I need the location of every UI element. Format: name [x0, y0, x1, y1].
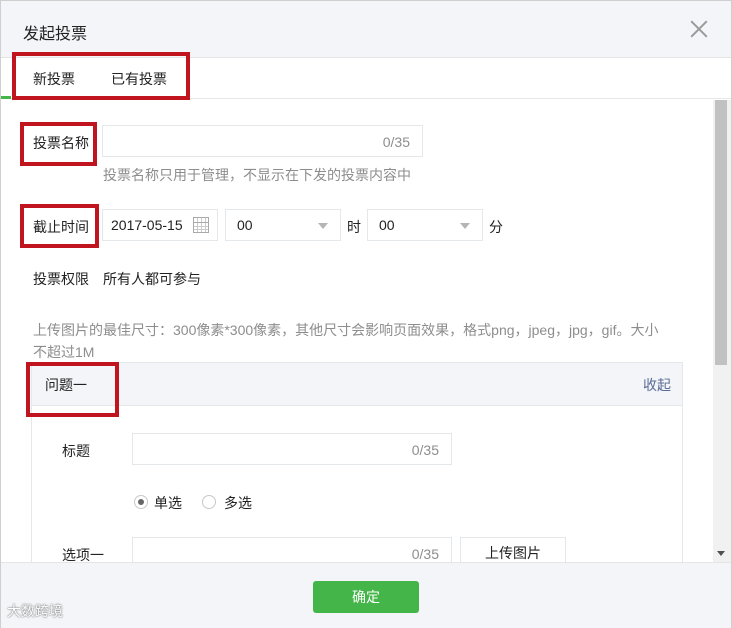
question-title-counter: 0/35	[411, 442, 439, 458]
option1-input[interactable]: 0/35	[132, 537, 452, 562]
vote-name-label: 投票名称	[33, 135, 89, 151]
upload-image-button[interactable]: 上传图片	[460, 537, 566, 562]
question-title: 问题一	[45, 377, 87, 393]
vertical-scrollbar[interactable]	[713, 100, 731, 562]
vote-name-counter: 0/35	[382, 134, 410, 150]
radio-single-choice[interactable]	[134, 495, 148, 509]
permission-label: 投票权限	[33, 271, 89, 287]
radio-multiple-choice[interactable]	[202, 495, 216, 509]
calendar-icon[interactable]	[193, 217, 209, 233]
option1-counter: 0/35	[411, 546, 439, 562]
chevron-down-icon	[460, 223, 470, 229]
vote-name-hint: 投票名称只用于管理，不显示在下发的投票内容中	[103, 167, 411, 183]
deadline-label: 截止时间	[33, 219, 89, 235]
tab-existing-votes[interactable]: 已有投票	[111, 69, 167, 89]
tab-bar: 新投票 已有投票	[1, 58, 731, 99]
image-hint-line1: 上传图片的最佳尺寸：300像素*300像素，其他尺寸会影响页面效果，格式png，…	[33, 322, 659, 338]
deadline-date-value: 2017-05-15	[111, 217, 183, 233]
deadline-hour-select[interactable]: 00	[225, 209, 341, 241]
question-title-input[interactable]: 0/35	[132, 433, 452, 465]
confirm-button[interactable]: 确定	[313, 581, 419, 613]
radio-multiple-choice-label[interactable]: 多选	[224, 493, 252, 513]
dialog-footer: 确定	[1, 562, 731, 628]
option1-label: 选项一	[62, 547, 104, 562]
deadline-minute-select[interactable]: 00	[367, 209, 483, 241]
vote-dialog: 发起投票 新投票 已有投票 投票名称 0/35 投票名称只用于管理，不显示在下发…	[0, 0, 732, 628]
question-header: 问题一 收起	[32, 363, 682, 406]
scrollbar-thumb[interactable]	[715, 100, 727, 365]
question-card: 问题一 收起 标题 0/35 单选 多选 选项一 0/35 上传图片	[31, 362, 683, 562]
vote-name-input[interactable]: 0/35	[102, 125, 423, 157]
deadline-hour-value: 00	[237, 217, 253, 233]
active-tab-indicator	[1, 96, 11, 99]
deadline-minute-value: 00	[379, 217, 395, 233]
question-title-label: 标题	[62, 443, 90, 459]
scroll-down-arrow-icon[interactable]	[717, 551, 725, 556]
chevron-down-icon	[318, 223, 328, 229]
watermark-logo: 大数跨境	[7, 603, 63, 619]
close-icon[interactable]	[689, 19, 709, 39]
dialog-titlebar: 发起投票	[1, 1, 731, 58]
permission-value: 所有人都可参与	[103, 271, 201, 287]
collapse-link[interactable]: 收起	[643, 375, 671, 395]
tab-new-vote[interactable]: 新投票	[33, 69, 75, 89]
dialog-title: 发起投票	[23, 26, 88, 43]
image-hint-line2: 不超过1M	[33, 344, 95, 360]
deadline-date-input[interactable]: 2017-05-15	[102, 209, 218, 241]
form-content: 投票名称 0/35 投票名称只用于管理，不显示在下发的投票内容中 截止时间 20…	[1, 100, 713, 562]
radio-single-choice-label[interactable]: 单选	[154, 493, 182, 513]
minute-unit-label: 分	[489, 219, 503, 235]
hour-unit-label: 时	[347, 219, 361, 235]
